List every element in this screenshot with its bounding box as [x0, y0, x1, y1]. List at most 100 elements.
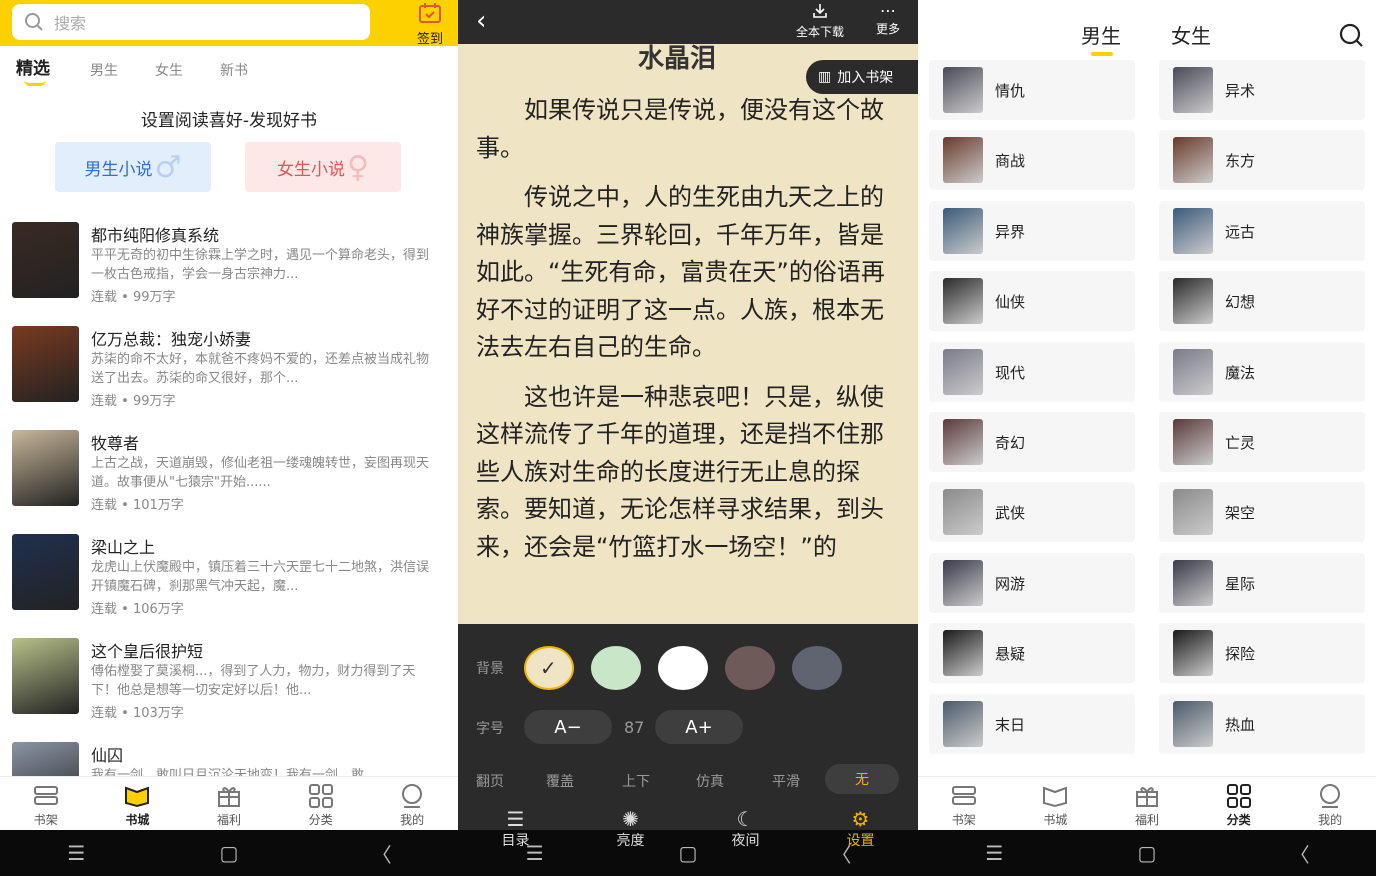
book-title: 仙囚 [91, 746, 124, 765]
brightness-icon: ✺ [622, 807, 639, 831]
search-icon[interactable] [1338, 22, 1364, 48]
font-size-value: 87 [624, 718, 645, 737]
turn-none[interactable]: 无 [825, 764, 899, 794]
category-item[interactable]: 架空 [1159, 482, 1365, 543]
female-novel-label: 女生小说 [277, 159, 345, 180]
tab-male[interactable]: 男生 [90, 60, 118, 80]
reader-nav-list[interactable]: ☰ 目录 [458, 808, 573, 850]
bg-swatch-white[interactable] [658, 646, 708, 690]
category-item[interactable]: 现代 [929, 341, 1135, 402]
font-increase-button[interactable]: A+ [655, 710, 743, 744]
home-icon[interactable]: ▢ [199, 841, 259, 865]
tab-female[interactable]: 女生 [1171, 20, 1211, 49]
menu-icon[interactable]: ☰ [964, 841, 1024, 865]
reader-nav-settings[interactable]: ⚙ 设置 [803, 808, 918, 850]
male-novel-button[interactable]: 男生小说 ♂ [55, 142, 211, 192]
book-words: 99万字 [132, 290, 176, 305]
nav-item-bookshelf[interactable]: 书架 [0, 777, 92, 830]
category-item[interactable]: 悬疑 [929, 623, 1135, 684]
font-decrease-button[interactable]: A− [524, 710, 612, 744]
male-novel-label: 男生小说 [84, 159, 153, 180]
tab-male[interactable]: 男生 [1081, 20, 1121, 49]
nav-item-category[interactable]: 分类 [1193, 777, 1285, 830]
book-status: 连载 [91, 394, 118, 409]
category-item[interactable]: 情仇 [929, 60, 1135, 120]
book-description: 上古之战，天道崩毁，修仙老祖一缕魂魄转世，妄图再现天道。故事便从"七猿宗"开始.… [91, 456, 430, 490]
nav-item-gift[interactable]: 福利 [1101, 777, 1193, 830]
book-item[interactable]: 牧尊者 上古之战，天道崩毁，修仙老祖一缕魂魄转世，妄图再现天道。故事便从"七猿宗"… [12, 430, 452, 522]
reader-nav-items: ☰ 目录 ✺ 亮度 ☾ 夜间 ⚙ 设置 [458, 808, 918, 858]
category-item[interactable]: 仙侠 [929, 271, 1135, 332]
back-arrow-icon[interactable]: ‹ [476, 6, 486, 36]
book-item[interactable]: 都市纯阳修真系统 平平无奇的初中生徐霖上学之时，遇见一个算命老头，得到一枚古色戒指… [12, 222, 452, 314]
sign-in-button[interactable]: 签到 [408, 2, 452, 47]
category-name: 武侠 [995, 504, 1026, 523]
tab-featured[interactable]: 精选 [16, 54, 50, 79]
nav-item-category[interactable]: 分类 [275, 777, 367, 830]
category-thumbnail [1173, 630, 1213, 677]
tab-new[interactable]: 新书 [220, 60, 248, 80]
book-meta: 连载 • 103万字 [91, 706, 184, 721]
reader-nav-brightness[interactable]: ✺ 亮度 [573, 808, 688, 850]
download-icon [813, 4, 827, 18]
gift-icon [1101, 783, 1193, 809]
bg-swatch-brown[interactable] [725, 646, 775, 690]
female-novel-button[interactable]: 女生小说 ♀ [245, 142, 401, 192]
category-thumbnail [1173, 278, 1213, 325]
nav-item-profile[interactable]: 我的 [366, 777, 458, 830]
nav-item-bookshelf[interactable]: 书架 [918, 777, 1010, 830]
back-icon[interactable]: 〈 [1270, 839, 1330, 868]
more-button[interactable]: ⋯ 更多 [876, 2, 900, 37]
download-all-button[interactable]: 全本下载 [796, 2, 844, 40]
category-item[interactable]: 末日 [929, 693, 1135, 754]
category-name: 现代 [995, 363, 1026, 382]
category-item[interactable]: 幻想 [1159, 271, 1365, 332]
bg-swatch-gray[interactable] [792, 646, 842, 690]
paragraph: 传说之中，人的生死由九天之上的神族掌握。三界轮回，千年万年，皆是如此。“生死有命… [476, 183, 885, 361]
book-description: 龙虎山上伏魔殿中，镇压着三十六天罡七十二地煞，洪信误开镇魔石碑，刹那黑气冲天起，… [91, 560, 430, 594]
book-item[interactable]: 梁山之上 龙虎山上伏魔殿中，镇压着三十六天罡七十二地煞，洪信误开镇魔石碑，刹那黑气… [12, 534, 452, 626]
category-item[interactable]: 东方 [1159, 130, 1365, 191]
category-item[interactable]: 热血 [1159, 693, 1365, 754]
category-name: 亡灵 [1225, 434, 1256, 452]
add-to-shelf-button[interactable]: ▥ 加入书架 [806, 60, 918, 94]
category-item[interactable]: 魔法 [1159, 341, 1365, 402]
bg-swatch-green[interactable] [591, 646, 641, 690]
nav-item-bookstore[interactable]: 书城 [1010, 777, 1102, 830]
category-item[interactable]: 远古 [1159, 200, 1365, 261]
nav-item-profile[interactable]: 我的 [1284, 777, 1376, 830]
menu-icon[interactable]: ☰ [46, 841, 106, 865]
category-item[interactable]: 亡灵 [1159, 412, 1365, 472]
category-thumbnail [1173, 348, 1213, 395]
turn-simulate[interactable]: 仿真 [696, 771, 724, 791]
category-item[interactable]: 奇幻 [929, 412, 1135, 472]
category-screen: 男生 女生 情仇商战异界仙侠现代奇幻武侠网游悬疑末日 异术东方远古幻想魔法亡灵架空… [918, 0, 1376, 876]
search-placeholder: 搜索 [54, 14, 87, 33]
category-tabs: 精选 男生 女生 新书 [0, 54, 458, 88]
page-turn-label: 翻页 [476, 774, 504, 790]
category-item[interactable]: 网游 [929, 552, 1135, 613]
bg-swatch-beige[interactable]: ✓ [524, 646, 574, 690]
book-item[interactable]: 这个皇后很护短 傅佑樘娶了莫溪桐...，得到了人力，物力，财力得到了天下！他总是想… [12, 638, 452, 730]
search-input[interactable]: 搜索 [12, 4, 370, 40]
settings-panel: 背景 ✓ 字号 A− 87 A+ 翻页 覆盖 上下 仿真 平滑 无 [458, 624, 918, 810]
turn-smooth[interactable]: 平滑 [772, 771, 800, 791]
back-icon[interactable]: 〈 [352, 839, 412, 868]
nav-label: 夜间 [731, 833, 760, 849]
nav-item-bookstore[interactable]: 书城 [92, 777, 184, 830]
turn-updown[interactable]: 上下 [622, 771, 650, 791]
tab-female[interactable]: 女生 [155, 60, 183, 80]
female-symbol-icon: ♀ [347, 149, 369, 185]
category-item[interactable]: 异界 [929, 200, 1135, 261]
turn-cover[interactable]: 覆盖 [546, 771, 574, 791]
category-item[interactable]: 探险 [1159, 623, 1365, 684]
category-item[interactable]: 武侠 [929, 482, 1135, 543]
category-item[interactable]: 商战 [929, 130, 1135, 191]
category-item[interactable]: 异术 [1159, 60, 1365, 120]
home-icon[interactable]: ▢ [1117, 841, 1177, 865]
nav-item-gift[interactable]: 福利 [183, 777, 275, 830]
category-item[interactable]: 星际 [1159, 552, 1365, 613]
nav-label: 书城 [1043, 813, 1068, 827]
reader-nav-moon[interactable]: ☾ 夜间 [688, 808, 803, 850]
book-item[interactable]: 亿万总裁：独宠小娇妻 苏柒的命不太好，本就爸不疼妈不爱的，还差点被当成礼物送了出去… [12, 326, 452, 418]
